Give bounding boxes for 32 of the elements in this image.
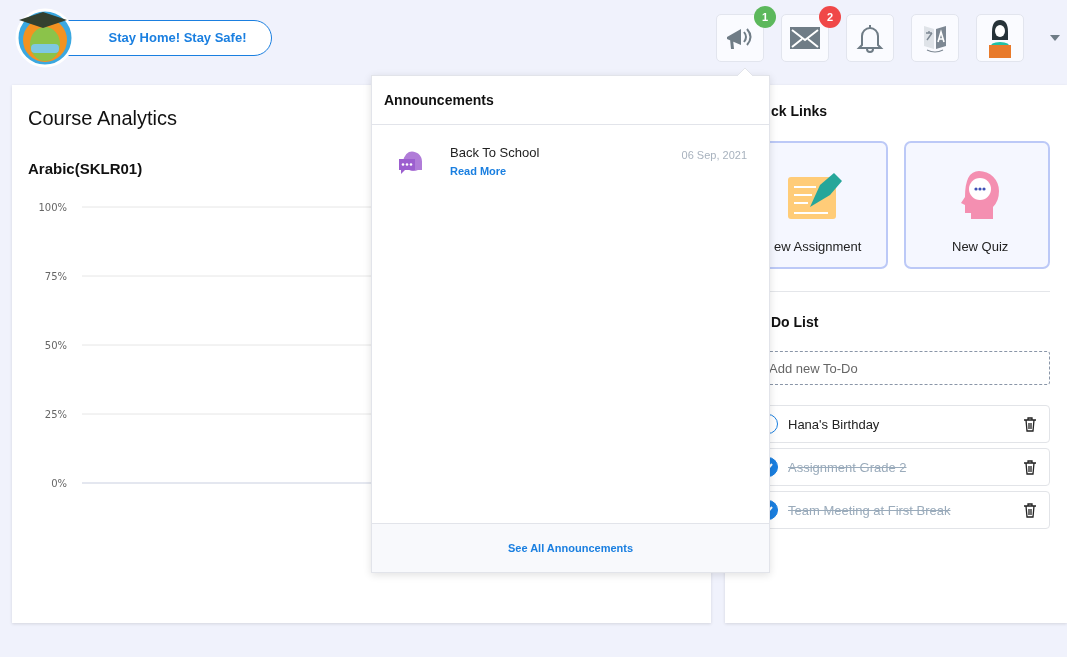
messages-button[interactable] (781, 13, 829, 62)
card-title: Course Analytics (28, 107, 177, 130)
mascot-avatar (15, 7, 75, 68)
notifications-button[interactable] (846, 13, 894, 62)
profile-button[interactable] (976, 13, 1024, 62)
envelope-icon (789, 25, 821, 50)
axis-tick-label: 25% (44, 409, 67, 420)
count-badge: 1 (754, 5, 776, 28)
section-title: ck Links (771, 103, 828, 119)
bell-icon (856, 22, 884, 53)
section-title: Do List (771, 314, 819, 330)
trash-icon[interactable] (1023, 416, 1037, 432)
axis-tick-label: 50% (44, 340, 67, 351)
course-name: Arabic(SKLR01) (28, 160, 143, 177)
announcements-button[interactable] (716, 13, 764, 62)
see-all-link[interactable]: See All Announcements (372, 523, 769, 572)
todo-text: Hana's Birthday (788, 416, 880, 432)
announcement-title: Back To School (450, 145, 540, 160)
axis-tick-label: 75% (44, 271, 67, 282)
axis-tick-label: 100% (38, 202, 67, 213)
chat-bubbles-icon (397, 150, 424, 176)
dropdown-title: Announcements (372, 76, 769, 125)
quick-link-card[interactable]: New Quiz (904, 141, 1050, 269)
translate-button[interactable] (911, 13, 959, 62)
trash-icon[interactable] (1023, 502, 1037, 518)
todo-text: Assignment Grade 2 (788, 459, 907, 475)
read-more-link[interactable]: Read More (450, 165, 540, 177)
caret-icon[interactable] (1049, 33, 1061, 42)
count-badge: 2 (819, 5, 841, 28)
trash-icon[interactable] (1023, 459, 1037, 475)
axis-tick-label: 0% (51, 478, 67, 489)
todo-text: Team Meeting at First Break (788, 502, 951, 518)
